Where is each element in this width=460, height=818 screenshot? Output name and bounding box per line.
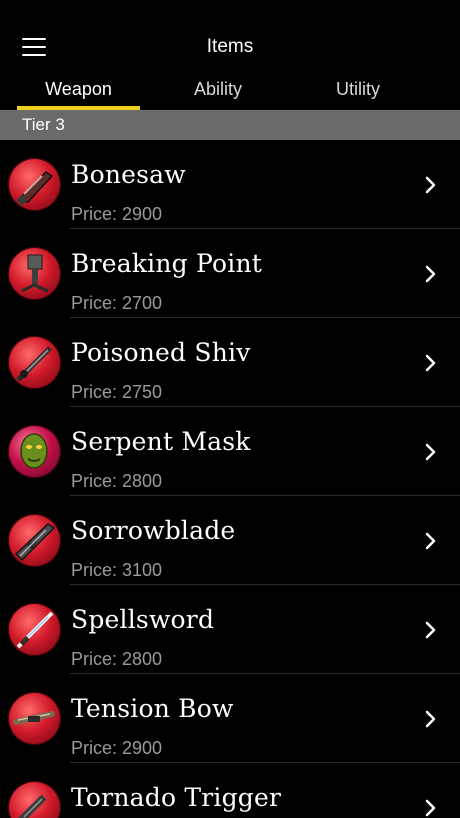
section-header-label: Tier 3 [22, 115, 65, 134]
tab-utility[interactable]: Utility [296, 70, 420, 110]
tab-weapon-label: Weapon [45, 79, 112, 99]
list-item-breaking-point[interactable]: Breaking Point Price: 2700 [0, 229, 460, 318]
page-title: Items [206, 36, 254, 57]
item-name: Tension Bow [71, 694, 234, 723]
item-price: Price: 2700 [71, 293, 163, 313]
chevron-right-icon [425, 799, 436, 817]
tornado-trigger-icon [8, 781, 61, 818]
item-price: Price: 2750 [71, 382, 163, 402]
tab-bar: Weapon Ability Utility [0, 70, 460, 110]
chevron-right-icon [425, 354, 436, 372]
tab-weapon[interactable]: Weapon [17, 70, 140, 110]
list-item-sorrowblade[interactable]: Sorrowblade Price: 3100 [0, 496, 460, 585]
item-list: Bonesaw Price: 2900 Breaking Point Price… [0, 140, 460, 818]
tab-ability[interactable]: Ability [156, 70, 280, 110]
item-name: Serpent Mask [71, 427, 251, 456]
sorrowblade-icon [8, 514, 61, 567]
chevron-right-icon [425, 532, 436, 550]
item-name: Sorrowblade [71, 516, 236, 545]
item-name: Bonesaw [71, 160, 186, 189]
breaking-point-icon [8, 247, 61, 300]
top-bar: Items [0, 0, 460, 70]
serpent-mask-icon [8, 425, 61, 478]
item-price: Price: 2900 [71, 204, 163, 224]
chevron-right-icon [425, 621, 436, 639]
list-item-spellsword[interactable]: Spellsword Price: 2800 [0, 585, 460, 674]
list-item-tension-bow[interactable]: Tension Bow Price: 2900 [0, 674, 460, 763]
section-header: Tier 3 [0, 110, 460, 140]
item-price: Price: 3100 [71, 560, 163, 580]
list-item-bonesaw[interactable]: Bonesaw Price: 2900 [0, 140, 460, 229]
bonesaw-icon [8, 158, 61, 211]
item-name: Breaking Point [71, 249, 263, 278]
item-price: Price: 2900 [71, 738, 163, 758]
chevron-right-icon [425, 443, 436, 461]
chevron-right-icon [425, 265, 436, 283]
chevron-right-icon [425, 176, 436, 194]
item-price: Price: 2800 [71, 471, 163, 491]
item-name: Tornado Trigger [71, 783, 282, 812]
tab-ability-label: Ability [193, 79, 242, 99]
spellsword-icon [8, 603, 61, 656]
tension-bow-icon [8, 692, 61, 745]
chevron-right-icon [425, 710, 436, 728]
list-item-poisoned-shiv[interactable]: Poisoned Shiv Price: 2750 [0, 318, 460, 407]
list-item-serpent-mask[interactable]: Serpent Mask Price: 2800 [0, 407, 460, 496]
item-name: Spellsword [71, 605, 215, 634]
tab-utility-label: Utility [336, 79, 380, 99]
list-item-tornado-trigger[interactable]: Tornado Trigger [0, 763, 460, 818]
poisoned-shiv-icon [8, 336, 61, 389]
item-price: Price: 2800 [71, 649, 163, 669]
item-name: Poisoned Shiv [71, 338, 251, 367]
